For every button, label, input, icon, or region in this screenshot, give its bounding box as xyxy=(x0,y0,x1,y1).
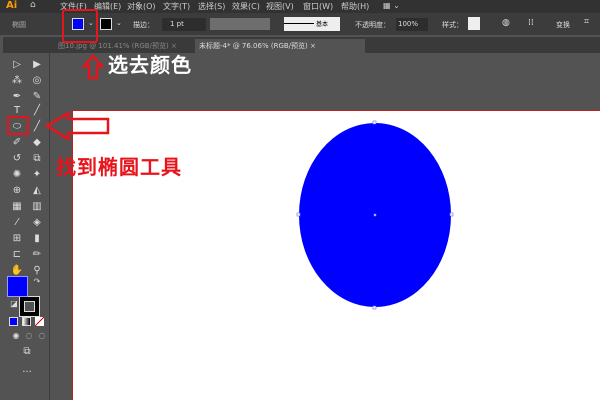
left-arrow-annotation xyxy=(44,110,110,142)
artwork-overlay xyxy=(44,54,454,310)
fill-highlight-box xyxy=(62,9,98,43)
up-arrow-annotation xyxy=(81,54,105,80)
anchor-point[interactable] xyxy=(449,212,454,217)
anchor-point[interactable] xyxy=(372,305,377,310)
ellipse-tool-highlight-box xyxy=(7,116,29,135)
annotation-pick-color: 选去颜色 xyxy=(108,53,192,77)
anchor-point[interactable] xyxy=(296,212,301,217)
annotation-find-ellipse: 找到椭圆工具 xyxy=(56,155,182,179)
anchor-point[interactable] xyxy=(372,120,377,125)
center-point xyxy=(373,213,377,217)
